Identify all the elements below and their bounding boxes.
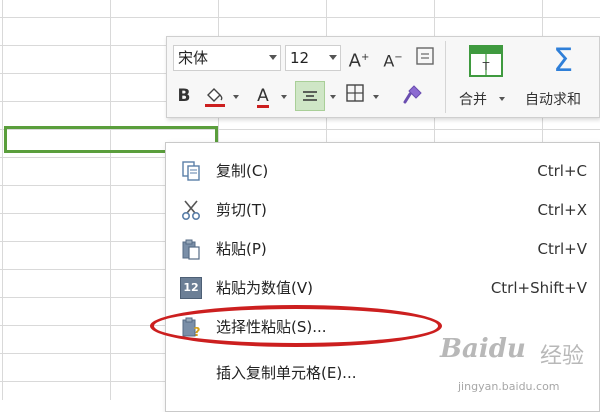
copy-icon: [182, 161, 200, 181]
font-name-select[interactable]: 宋体: [173, 45, 281, 71]
grow-font-button[interactable]: A+: [347, 45, 371, 72]
font-size-value: 12: [290, 49, 310, 67]
menu-item-label: 粘贴(P): [216, 240, 267, 258]
chevron-down-icon[interactable]: [281, 95, 287, 99]
borders-icon: [346, 84, 364, 102]
chevron-down-icon[interactable]: [233, 95, 239, 99]
merge-button[interactable]: T 合并: [459, 43, 519, 115]
merge-cells-icon: T: [469, 45, 503, 77]
menu-item-label: 插入复制单元格(E)...: [216, 364, 357, 382]
menu-item-shortcut: Ctrl+C: [537, 162, 587, 180]
shrink-font-button[interactable]: A−: [381, 45, 405, 71]
chevron-down-icon: [499, 97, 505, 101]
menu-item-cut[interactable]: 剪切(T) Ctrl+X: [166, 192, 599, 228]
shrink-font-icon: A: [383, 51, 395, 71]
bold-button[interactable]: B: [173, 83, 195, 109]
clear-format-button[interactable]: [413, 46, 437, 72]
format-painter-icon: [403, 85, 422, 104]
font-color-button[interactable]: A: [251, 83, 275, 109]
paste-values-icon: 12: [180, 277, 202, 299]
paste-icon: [182, 239, 200, 260]
mini-toolbar: 宋体 12 A+ A− B A T 合并 Σ 自动求和: [166, 36, 600, 118]
menu-item-copy[interactable]: 复制(C) Ctrl+C: [166, 153, 599, 189]
chevron-down-icon[interactable]: [330, 95, 336, 99]
paste-values-badge: 12: [183, 281, 199, 294]
font-name-value: 宋体: [178, 49, 209, 67]
align-center-button[interactable]: [295, 81, 325, 111]
menu-item-paste[interactable]: 粘贴(P) Ctrl+V: [166, 231, 599, 267]
watermark-brand: Baidu: [440, 334, 526, 364]
borders-button[interactable]: [343, 83, 367, 109]
highlight-ellipse: [150, 305, 442, 347]
scissors-icon: [181, 200, 201, 221]
menu-item-paste-values[interactable]: 12 粘贴为数值(V) Ctrl+Shift+V: [166, 270, 599, 306]
menu-item-shortcut: Ctrl+V: [537, 240, 587, 258]
menu-item-label: 复制(C): [216, 162, 269, 180]
svg-text:T: T: [482, 60, 490, 73]
watermark-cn: 经验: [540, 344, 585, 369]
chevron-down-icon[interactable]: [373, 95, 379, 99]
autosum-label: 自动求和: [525, 92, 581, 108]
autosum-button[interactable]: Σ 自动求和: [523, 41, 599, 115]
bold-icon: B: [177, 86, 191, 106]
merge-label: 合并: [459, 92, 487, 108]
menu-item-label: 粘贴为数值(V): [216, 279, 313, 297]
menu-item-shortcut: Ctrl+X: [537, 201, 587, 219]
grow-font-icon: A: [348, 50, 361, 72]
watermark: Baidu 经验 jingyan.baidu.com: [440, 330, 600, 400]
chevron-down-icon: [269, 55, 277, 60]
font-size-select[interactable]: 12: [285, 45, 341, 71]
toolbar-separator: [445, 41, 446, 113]
paint-bucket-icon: [205, 88, 225, 107]
font-color-icon: A: [257, 86, 269, 108]
align-center-icon: [303, 91, 317, 101]
fill-color-button[interactable]: [201, 83, 229, 109]
clear-format-icon: [416, 47, 434, 65]
menu-item-shortcut: Ctrl+Shift+V: [490, 279, 587, 297]
watermark-url: jingyan.baidu.com: [458, 380, 560, 393]
format-painter-button[interactable]: [399, 83, 427, 109]
menu-item-label: 剪切(T): [216, 201, 267, 219]
sigma-icon: Σ: [553, 41, 574, 79]
chevron-down-icon: [329, 55, 337, 60]
